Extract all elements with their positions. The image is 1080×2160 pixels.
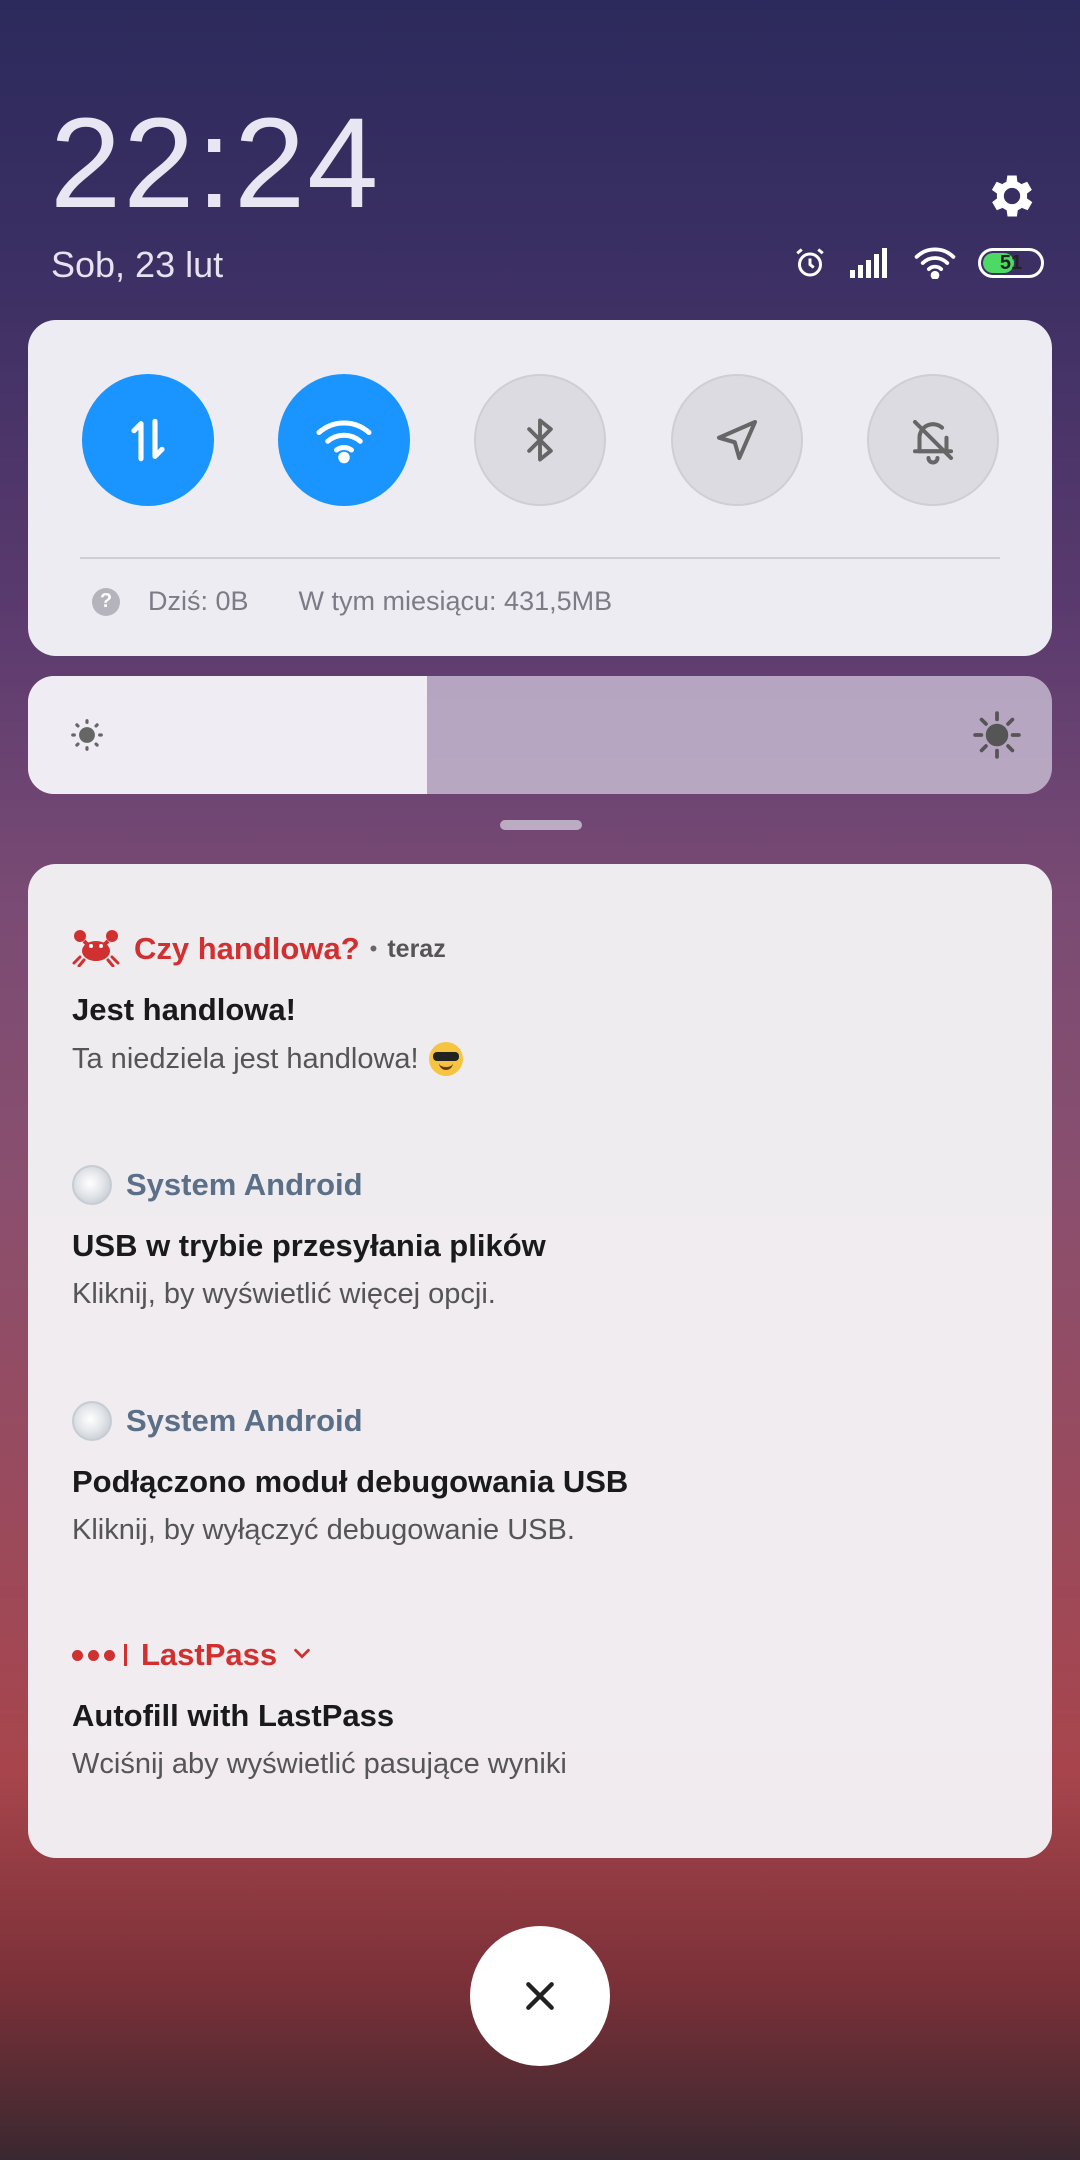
- divider: [80, 557, 1000, 559]
- wifi-icon: [316, 420, 372, 464]
- clock-time: 22:24: [50, 92, 381, 235]
- wifi-status-icon: [914, 247, 956, 279]
- notification-app-name: Czy handlowa?: [134, 931, 360, 966]
- battery-icon: 51: [978, 248, 1044, 278]
- notification-panel: Czy handlowa? • teraz Jest handlowa! Ta …: [28, 864, 1052, 1858]
- android-system-icon: [72, 1165, 112, 1205]
- notification-item[interactable]: System Android Podłączono moduł debugowa…: [72, 1398, 1012, 1547]
- brightness-high-icon: [972, 710, 1022, 765]
- brightness-slider[interactable]: [28, 676, 1052, 794]
- notification-item[interactable]: Czy handlowa? • teraz Jest handlowa! Ta …: [72, 926, 1012, 1076]
- data-today: Dziś: 0B: [148, 586, 249, 616]
- lastpass-logo-icon: [72, 1644, 127, 1666]
- clock-date: Sob, 23 lut: [51, 244, 224, 285]
- notification-body: Ta niedziela jest handlowa!: [72, 1042, 419, 1075]
- notification-time: teraz: [387, 934, 446, 963]
- bluetooth-toggle[interactable]: [474, 374, 606, 506]
- status-bar-icons: 51: [792, 245, 1044, 281]
- notification-item[interactable]: LastPass Autofill with LastPass Wciśnij …: [72, 1632, 1012, 1781]
- data-usage-row[interactable]: ? Dziś: 0B W tym miesiącu: 431,5MB: [92, 586, 612, 617]
- clear-all-button[interactable]: [470, 1926, 610, 2066]
- battery-level: 51: [999, 251, 1023, 274]
- separator-dot: •: [369, 936, 378, 961]
- chevron-down-icon[interactable]: [291, 1642, 313, 1669]
- notification-body: Kliknij, by wyświetlić więcej opcji.: [72, 1278, 496, 1310]
- notification-title: USB w trybie przesyłania plików: [72, 1228, 546, 1263]
- brightness-low-icon: [68, 716, 106, 759]
- android-system-icon: [72, 1401, 112, 1441]
- mobile-data-icon: [131, 418, 165, 462]
- bell-off-icon: [912, 419, 954, 465]
- data-month: W tym miesiącu: 431,5MB: [298, 586, 613, 616]
- location-toggle[interactable]: [671, 374, 803, 506]
- notification-body: Wciśnij aby wyświetlić pasujące wyniki: [72, 1748, 567, 1780]
- quick-settings-panel: ? Dziś: 0B W tym miesiącu: 431,5MB: [28, 320, 1052, 656]
- settings-gear-icon[interactable]: [984, 168, 1040, 224]
- notification-title: Autofill with LastPass: [72, 1698, 395, 1733]
- sunglasses-emoji-icon: [428, 1042, 463, 1076]
- crab-icon: [72, 927, 120, 972]
- drag-handle[interactable]: [500, 820, 582, 830]
- silent-toggle[interactable]: [867, 374, 999, 506]
- mobile-data-toggle[interactable]: [82, 374, 214, 506]
- location-arrow-icon: [716, 419, 758, 461]
- notification-body: Kliknij, by wyłączyć debugowanie USB.: [72, 1514, 575, 1546]
- notification-app-name: LastPass: [141, 1637, 278, 1672]
- bluetooth-icon: [527, 418, 553, 462]
- wifi-toggle[interactable]: [278, 374, 410, 506]
- notification-app-name: System Android: [126, 1167, 363, 1202]
- signal-icon: [850, 248, 892, 278]
- notification-title: Podłączono moduł debugowania USB: [72, 1464, 629, 1499]
- notification-app-name: System Android: [126, 1403, 363, 1438]
- notification-item[interactable]: System Android USB w trybie przesyłania …: [72, 1162, 1012, 1311]
- close-icon: [526, 1982, 554, 2010]
- alarm-icon: [792, 245, 828, 281]
- help-icon: ?: [92, 587, 120, 616]
- notification-title: Jest handlowa!: [72, 992, 296, 1027]
